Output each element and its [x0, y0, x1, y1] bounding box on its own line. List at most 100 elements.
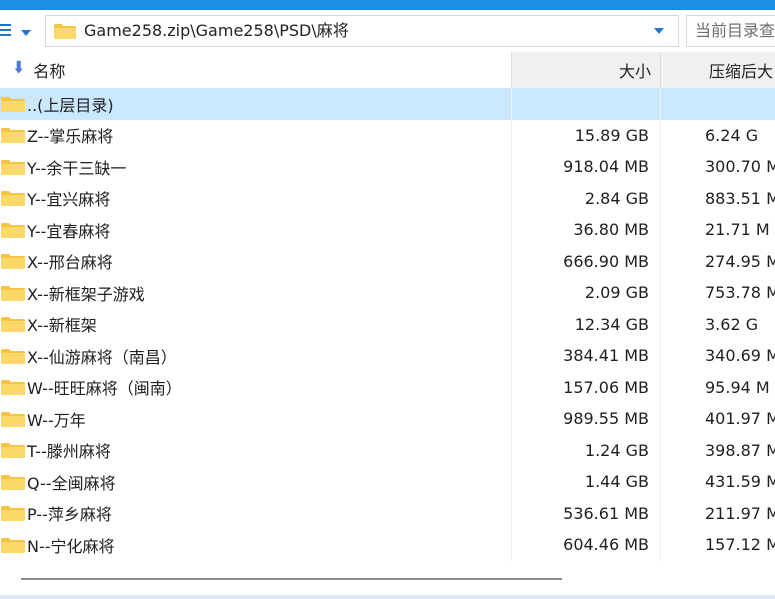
column-divider[interactable]	[511, 52, 512, 88]
file-name: ..(上层目录)	[27, 95, 114, 115]
file-packed-size: 883.51 M	[705, 188, 775, 208]
address-toolbar: Game258.zip\Game258\PSD\麻将 当前目录查	[0, 10, 775, 52]
row-column-divider	[660, 151, 661, 183]
file-name-cell: X--新框架	[0, 309, 511, 341]
row-column-divider	[511, 245, 512, 277]
status-bar-edge	[0, 595, 775, 599]
row-column-divider	[660, 340, 661, 372]
file-size: 2.84 GB	[584, 188, 649, 208]
row-column-divider	[511, 371, 512, 403]
file-size: 384.41 MB	[563, 346, 649, 366]
row-column-divider	[660, 371, 661, 403]
column-header-name[interactable]: 🠳 名称	[0, 52, 511, 88]
file-name-cell: ..(上层目录)	[0, 88, 511, 120]
row-column-divider	[660, 245, 661, 277]
row-column-divider	[660, 497, 661, 529]
row-column-divider	[660, 214, 661, 246]
row-column-divider	[660, 119, 661, 151]
file-row[interactable]: X--仙游麻将（南昌） 384.41 MB 340.69 M	[0, 340, 775, 372]
file-row[interactable]: X--新框架子游戏 2.09 GB 753.78 M	[0, 277, 775, 309]
folder-icon	[1, 348, 25, 364]
folder-icon	[1, 380, 25, 396]
file-name: X--邢台麻将	[27, 253, 113, 273]
file-size: 36.80 MB	[573, 220, 649, 240]
file-name: Y--宜兴麻将	[27, 190, 111, 210]
folder-icon	[1, 96, 25, 112]
chevron-down-icon[interactable]	[20, 28, 34, 38]
file-row[interactable]: Y--宜兴麻将 2.84 GB 883.51 M	[0, 182, 775, 215]
file-row[interactable]: Y--宜春麻将 36.80 MB 21.71 M	[0, 214, 775, 246]
file-name-cell: T--滕州麻将	[0, 435, 511, 467]
row-column-divider	[511, 151, 512, 183]
file-name-cell: Y--宜春麻将	[0, 214, 511, 246]
file-row[interactable]: W--旺旺麻将（闽南） 157.06 MB 95.94 M	[0, 371, 775, 403]
row-column-divider	[660, 277, 661, 309]
file-packed-size: 21.71 M	[705, 220, 770, 240]
row-column-divider	[511, 277, 512, 309]
row-column-divider	[660, 466, 661, 498]
folder-icon	[1, 443, 25, 459]
file-name: X--新框架子游戏	[27, 284, 145, 304]
file-row[interactable]: ..(上层目录)	[0, 88, 775, 120]
file-row[interactable]: Z--掌乐麻将 15.89 GB 6.24 G	[0, 119, 775, 151]
column-divider[interactable]	[660, 52, 661, 88]
folder-icon	[1, 317, 25, 333]
file-size: 2.09 GB	[584, 283, 649, 303]
file-name-cell: X--新框架子游戏	[0, 277, 511, 309]
file-name-cell: N--宁化麻将	[0, 529, 511, 561]
file-packed-size: 340.69 M	[705, 346, 775, 366]
path-input[interactable]: Game258.zip\Game258\PSD\麻将	[45, 15, 679, 47]
file-row[interactable]: W--万年 989.55 MB 401.97 M	[0, 403, 775, 435]
file-row[interactable]: X--邢台麻将 666.90 MB 274.95 M	[0, 245, 775, 277]
file-row[interactable]: T--滕州麻将 1.24 GB 398.87 M	[0, 434, 775, 467]
path-dropdown-icon[interactable]	[654, 28, 664, 34]
menu-icon[interactable]	[0, 20, 12, 38]
file-size: 15.89 GB	[574, 125, 649, 145]
folder-icon	[1, 222, 25, 238]
row-column-divider	[511, 308, 512, 340]
file-name: Q--全闽麻将	[27, 473, 116, 493]
file-row[interactable]: N--宁化麻将 604.46 MB 157.12 M	[0, 529, 775, 561]
file-packed-size: 431.59 M	[705, 472, 775, 492]
file-name: N--宁化麻将	[27, 536, 115, 556]
row-column-divider	[511, 88, 512, 120]
file-packed-size: 3.62 G	[705, 314, 759, 334]
folder-icon	[1, 537, 25, 553]
file-name-cell: W--万年	[0, 403, 511, 435]
file-size: 989.55 MB	[563, 409, 649, 429]
row-column-divider	[660, 182, 661, 214]
row-column-divider	[511, 214, 512, 246]
path-text: Game258.zip\Game258\PSD\麻将	[84, 21, 349, 40]
folder-icon	[1, 285, 25, 301]
file-size: 536.61 MB	[563, 503, 649, 523]
row-column-divider	[511, 182, 512, 214]
file-packed-size: 274.95 M	[705, 251, 775, 271]
file-row[interactable]: Y--余干三缺一 918.04 MB 300.70 M	[0, 151, 775, 183]
horizontal-scrollbar[interactable]	[0, 562, 775, 599]
file-name-cell: Y--宜兴麻将	[0, 183, 511, 215]
file-name: X--仙游麻将（南昌）	[27, 347, 177, 367]
column-header-size-label: 大小	[618, 62, 651, 81]
file-name: T--滕州麻将	[27, 442, 111, 462]
row-column-divider	[511, 119, 512, 151]
column-header-packed-size[interactable]: 压缩后大	[661, 52, 775, 88]
column-header-name-label: 名称	[33, 62, 66, 81]
file-size	[511, 88, 661, 120]
file-size: 604.46 MB	[563, 535, 649, 555]
scrollbar-thumb[interactable]	[21, 578, 562, 580]
row-column-divider	[660, 308, 661, 340]
row-column-divider	[511, 434, 512, 466]
column-header-size[interactable]: 大小	[511, 52, 661, 88]
file-row[interactable]: Q--全闽麻将 1.44 GB 431.59 M	[0, 466, 775, 498]
file-row[interactable]: P--萍乡麻将 536.61 MB 211.97 M	[0, 497, 775, 529]
row-column-divider	[511, 529, 512, 561]
folder-icon	[54, 24, 76, 39]
row-column-divider	[511, 403, 512, 435]
file-packed-size: 157.12 M	[705, 535, 775, 555]
file-row[interactable]: X--新框架 12.34 GB 3.62 G	[0, 308, 775, 341]
file-size: 157.06 MB	[563, 377, 649, 397]
row-column-divider	[660, 434, 661, 466]
search-input[interactable]: 当前目录查	[686, 15, 775, 47]
file-packed-size: 401.97 M	[705, 409, 775, 429]
sort-down-icon: 🠳	[14, 61, 24, 77]
